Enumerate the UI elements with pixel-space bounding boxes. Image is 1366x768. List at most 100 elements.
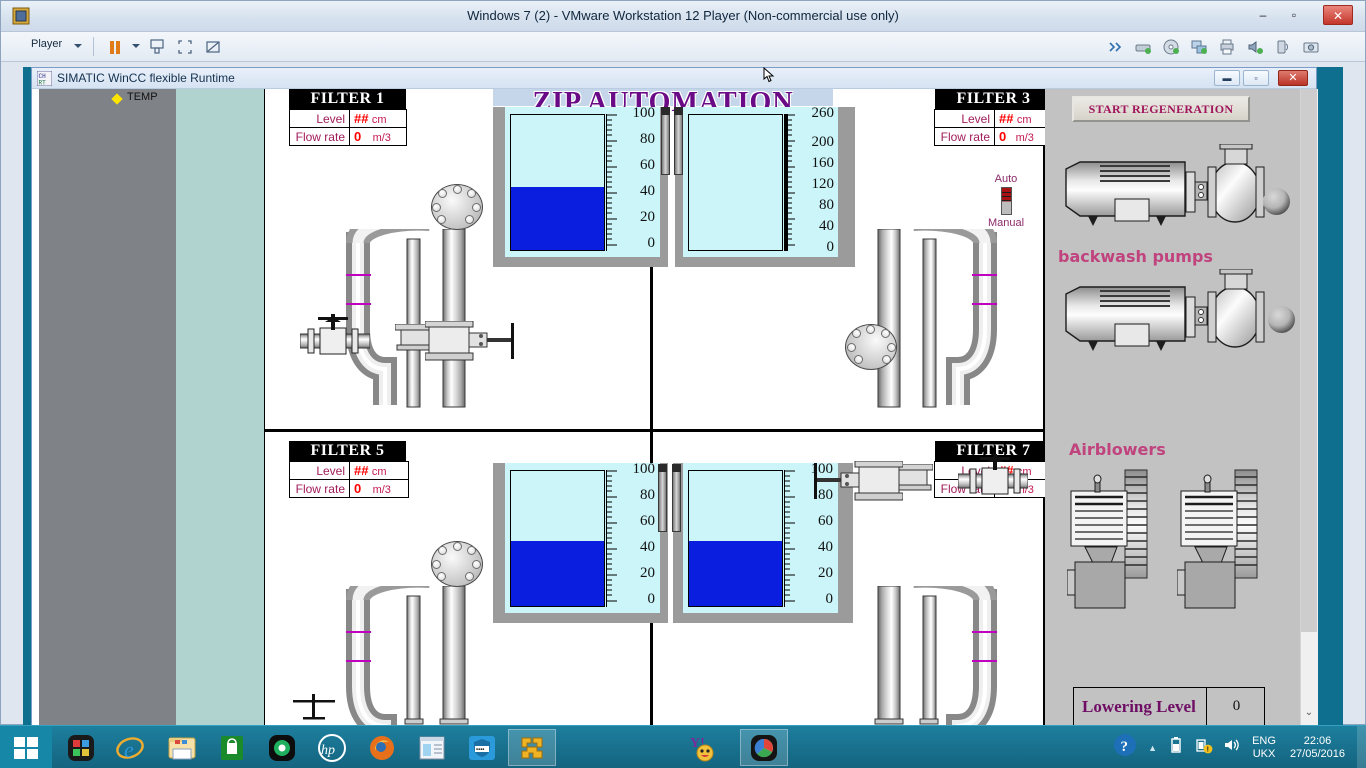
unity-mode-icon[interactable] — [148, 38, 166, 56]
taskbar-item-colorwheel-app[interactable] — [740, 729, 788, 766]
network-icon[interactable] — [1190, 38, 1208, 56]
lowering-level-value[interactable]: 0 — [1208, 688, 1265, 725]
volume-icon[interactable] — [1223, 736, 1241, 759]
clock[interactable]: 22:06 27/05/2016 — [1282, 735, 1353, 761]
scale-tick-label: 80 — [819, 197, 834, 213]
chevron-down-icon[interactable] — [132, 44, 140, 48]
tank-7-water — [689, 541, 782, 606]
filter-3-header: FILTER 3 — [935, 89, 1052, 109]
tank-5-ticks — [605, 470, 618, 607]
scale-tick-label: 260 — [811, 105, 835, 121]
fullscreen-icon[interactable] — [176, 38, 194, 56]
level-probe — [658, 470, 667, 532]
taskbar-item-store[interactable] — [208, 729, 256, 766]
scale-tick-label: 0 — [647, 235, 656, 251]
windows-taskbar: e hp •••• Y! ? ▲ ! ENG UKX 22:06 27/05/2… — [0, 725, 1366, 768]
scroll-down-arrow-icon[interactable]: ⌄ — [1301, 704, 1317, 722]
control-panel: START REGENERATION backwash pumps Airblo… — [1045, 89, 1300, 726]
mode-switch[interactable]: Auto Manual — [978, 173, 1034, 229]
taskbar-item-window[interactable] — [408, 729, 456, 766]
backwash-pump-2-indicator[interactable] — [1268, 306, 1295, 333]
vmware-minimize-button[interactable]: – — [1248, 5, 1278, 25]
pipe-flange-collar — [431, 541, 483, 587]
backwash-pump-2[interactable] — [1060, 268, 1265, 364]
harddisk-icon[interactable] — [1134, 38, 1152, 56]
scale-tick-label: 200 — [811, 134, 835, 150]
backwash-pump-1[interactable] — [1060, 143, 1265, 239]
mode-switch-lever[interactable] — [1000, 187, 1012, 215]
backwash-pump-1-indicator[interactable] — [1263, 188, 1290, 215]
network-icon[interactable]: ! — [1195, 736, 1213, 759]
scale-tick-label: 20 — [640, 565, 655, 581]
vmware-close-button[interactable]: ✕ — [1323, 5, 1353, 25]
scrollbar-thumb[interactable] — [1301, 89, 1317, 632]
taskbar-item-vmware-player[interactable] — [508, 729, 556, 766]
taskbar-item-hp[interactable]: hp — [308, 729, 356, 766]
taskbar-item-yahoo-messenger[interactable]: Y! — [681, 729, 729, 766]
airblower-1[interactable] — [1066, 467, 1165, 624]
chevron-up-icon[interactable]: ▲ — [1148, 743, 1157, 753]
wincc-restore-button[interactable]: ▫ — [1243, 70, 1269, 86]
scale-tick-label: 60 — [640, 157, 655, 173]
system-tray: ? ▲ ! ENG UKX 22:06 27/05/2016 — [1107, 726, 1366, 768]
taskbar-item-password-manager[interactable]: •••• — [458, 729, 506, 766]
pipe-flange-collar — [431, 184, 483, 230]
scale-tick-label: 40 — [640, 183, 655, 199]
chevrons-icon[interactable] — [1106, 38, 1124, 56]
vmware-toolbar: Player — [1, 32, 1365, 62]
table-row: Level ## cm — [934, 109, 1052, 128]
level-cell: ## cm — [349, 109, 407, 128]
actuated-valve[interactable] — [793, 460, 904, 508]
start-button[interactable] — [0, 726, 52, 768]
filter-1-header: FILTER 1 — [289, 89, 406, 109]
taskbar-item-firefox[interactable] — [358, 729, 406, 766]
wincc-close-button[interactable]: ✕ — [1278, 70, 1308, 86]
toolbar-separator — [93, 37, 94, 56]
language-indicator[interactable]: ENG UKX — [1246, 735, 1282, 761]
show-desktop-button[interactable] — [1357, 726, 1366, 768]
airblower-2[interactable] — [1176, 467, 1275, 624]
flow-cell: 0 m/3 — [994, 127, 1052, 146]
cdrom-icon[interactable] — [1162, 38, 1180, 56]
filter-5-table: Level ## cm Flow rate 0 m/3 — [289, 461, 409, 498]
taskbar-item-internet-explorer[interactable]: e — [106, 729, 154, 766]
printer-icon[interactable] — [1218, 38, 1236, 56]
sound-icon[interactable] — [1246, 38, 1264, 56]
taskbar-item-apps[interactable] — [57, 729, 105, 766]
scale-tick-label: 120 — [811, 176, 835, 192]
chevron-down-icon[interactable] — [74, 44, 82, 48]
player-menu-button[interactable]: Player — [31, 38, 62, 50]
battery-icon[interactable] — [1167, 736, 1185, 759]
tank-7-level-indicator — [688, 470, 783, 607]
gate-valve[interactable] — [957, 454, 1029, 509]
usb-icon[interactable] — [1274, 38, 1292, 56]
snapshot-icon[interactable] — [204, 38, 222, 56]
airblowers-label: Airblowers — [1069, 440, 1166, 459]
flow-value: 0 — [354, 129, 362, 144]
pause-icon[interactable] — [106, 38, 124, 56]
actuated-valve[interactable] — [424, 320, 535, 368]
gate-valve[interactable] — [299, 314, 371, 369]
help-icon[interactable]: ? — [1112, 732, 1138, 763]
tank-1-scale: 100 80 60 40 20 0 — [621, 105, 656, 255]
level-unit: cm — [371, 466, 387, 478]
lowering-level-label: Lowering Level — [1074, 688, 1207, 725]
taskbar-item-explorer[interactable] — [158, 729, 206, 766]
svg-text:hp: hp — [321, 743, 335, 758]
level-value: ## — [354, 111, 369, 126]
level-value: ## — [354, 463, 369, 478]
start-regeneration-button[interactable]: START REGENERATION — [1072, 96, 1250, 122]
lowering-level-table: Lowering Level 0 — [1073, 687, 1265, 726]
backwash-pumps-label: backwash pumps — [1058, 247, 1213, 266]
temp-diamond-icon — [111, 93, 123, 105]
tank-5-scale: 100 80 60 40 20 0 — [621, 461, 656, 611]
taskbar-item-media[interactable] — [258, 729, 306, 766]
mouse-cursor — [763, 66, 775, 83]
language-line-2: UKX — [1252, 747, 1276, 760]
wincc-minimize-button[interactable]: ▬ — [1214, 70, 1240, 86]
temp-panel: TEMP — [39, 89, 176, 726]
camera-icon[interactable] — [1302, 38, 1320, 56]
vmware-titlebar: Windows 7 (2) - VMware Workstation 12 Pl… — [1, 1, 1365, 32]
level-label: Level — [934, 109, 995, 128]
vmware-maximize-button[interactable]: ▫ — [1279, 5, 1309, 25]
